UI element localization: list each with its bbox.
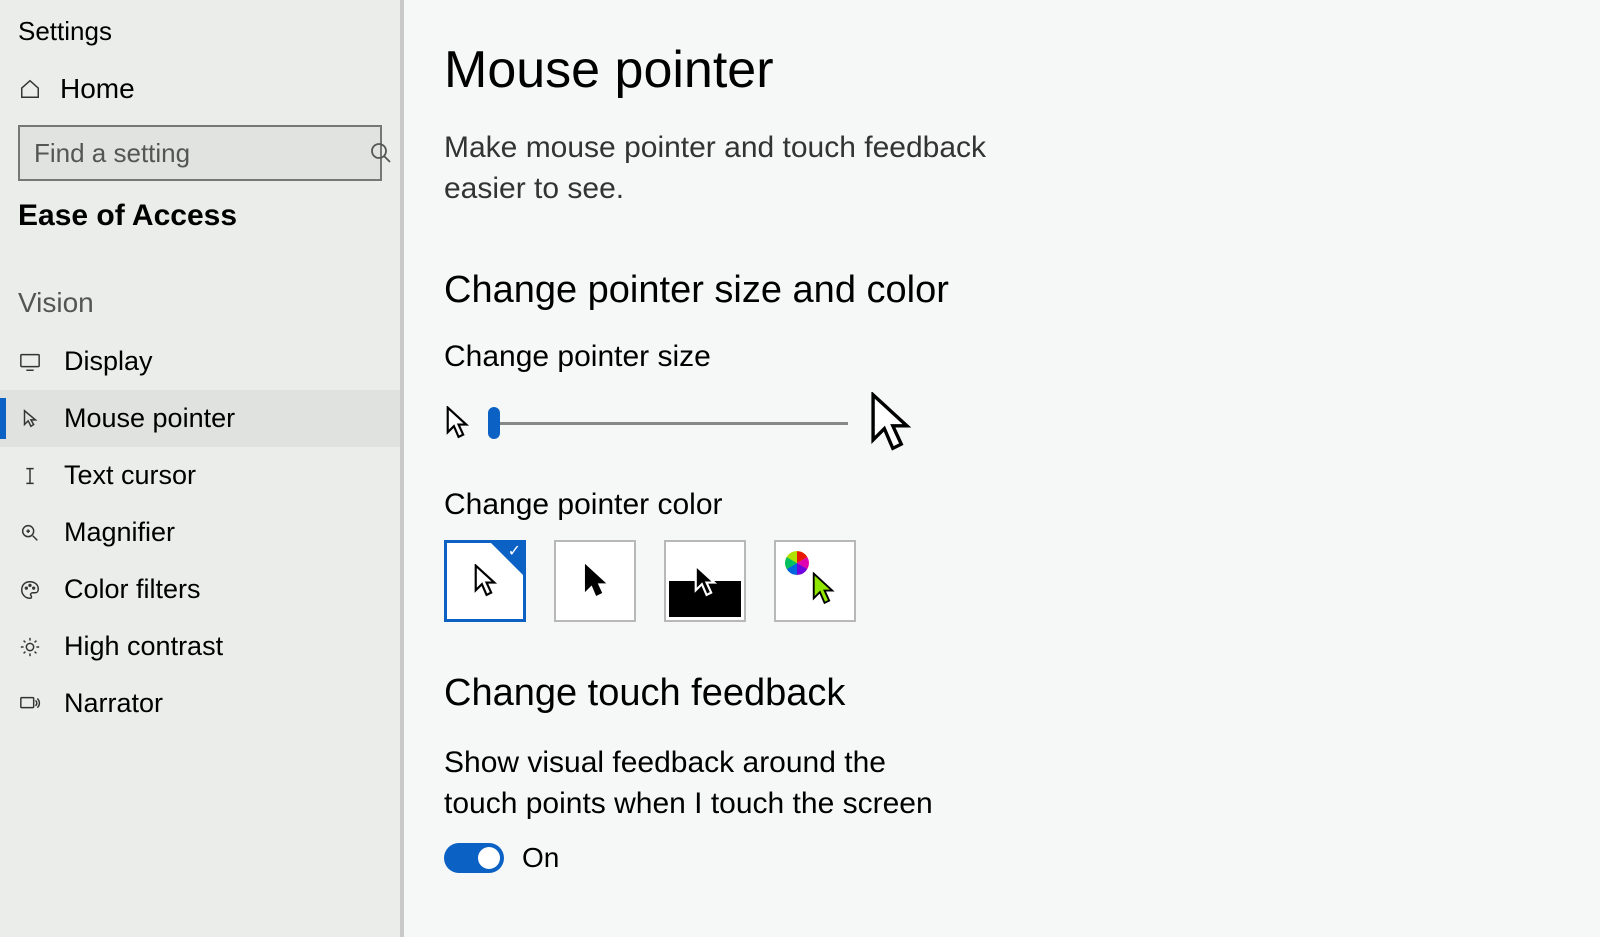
sidebar-item-narrator[interactable]: Narrator [0, 675, 400, 732]
section-size-color: Change pointer size and color [444, 269, 1540, 312]
sidebar-item-label: Display [64, 346, 153, 377]
section-touch-feedback: Change touch feedback [444, 672, 1540, 715]
sidebar-item-label: Narrator [64, 688, 163, 719]
sidebar-item-mouse-pointer[interactable]: Mouse pointer [0, 390, 400, 447]
sidebar-item-text-cursor[interactable]: Text cursor [0, 447, 400, 504]
search-wrap [0, 113, 400, 191]
touch-feedback-label: Show visual feedback around the touch po… [444, 743, 964, 824]
search-field[interactable] [34, 138, 369, 169]
sidebar: Settings Home Ease of Access Vision Disp… [0, 0, 404, 937]
sun-icon [18, 636, 42, 658]
touch-feedback-toggle[interactable] [444, 843, 504, 873]
sidebar-item-label: Text cursor [64, 460, 196, 491]
pointer-color-inverted[interactable] [664, 540, 746, 622]
check-icon [491, 543, 523, 575]
search-input[interactable] [18, 125, 382, 181]
touch-feedback-toggle-row: On [444, 842, 1540, 874]
cursor-small-icon [444, 406, 470, 440]
monitor-icon [18, 351, 42, 373]
search-icon [369, 141, 393, 165]
page-title: Mouse pointer [444, 40, 1540, 100]
pointer-size-label: Change pointer size [444, 340, 1540, 374]
pointer-color-black[interactable] [554, 540, 636, 622]
cursor-inverted-icon [692, 564, 718, 598]
sidebar-item-high-contrast[interactable]: High contrast [0, 618, 400, 675]
app-title: Settings [0, 10, 400, 65]
sidebar-item-label: Magnifier [64, 517, 175, 548]
group-label-vision: Vision [0, 253, 400, 333]
cursor-custom-icon [810, 572, 836, 606]
pointer-size-slider[interactable] [488, 403, 848, 443]
sidebar-item-label: Color filters [64, 574, 201, 605]
toggle-knob [478, 847, 500, 869]
mouse-pointer-icon [18, 408, 42, 430]
pointer-color-custom[interactable] [774, 540, 856, 622]
home-icon [18, 78, 42, 100]
page-subtitle: Make mouse pointer and touch feedback ea… [444, 128, 1004, 209]
cursor-black-icon [582, 564, 608, 598]
slider-track [488, 422, 848, 425]
cursor-large-icon [866, 392, 914, 454]
text-cursor-icon [18, 465, 42, 487]
sidebar-item-label: High contrast [64, 631, 223, 662]
sidebar-item-color-filters[interactable]: Color filters [0, 561, 400, 618]
sidebar-item-label: Mouse pointer [64, 403, 235, 434]
pointer-size-row [444, 392, 1540, 454]
settings-window: Settings Home Ease of Access Vision Disp… [0, 0, 1600, 937]
category-title: Ease of Access [0, 191, 400, 253]
magnifier-icon [18, 522, 42, 544]
narrator-icon [18, 693, 42, 715]
sidebar-item-magnifier[interactable]: Magnifier [0, 504, 400, 561]
pointer-color-label: Change pointer color [444, 488, 1540, 522]
main-content: Mouse pointer Make mouse pointer and tou… [404, 0, 1600, 937]
slider-thumb[interactable] [488, 407, 500, 439]
color-wheel-icon [784, 550, 810, 576]
pointer-color-options [444, 540, 1540, 622]
home-label: Home [60, 73, 135, 105]
toggle-state-label: On [522, 842, 559, 874]
palette-icon [18, 579, 42, 601]
pointer-color-white[interactable] [444, 540, 526, 622]
sidebar-item-display[interactable]: Display [0, 333, 400, 390]
sidebar-item-home[interactable]: Home [0, 65, 400, 113]
